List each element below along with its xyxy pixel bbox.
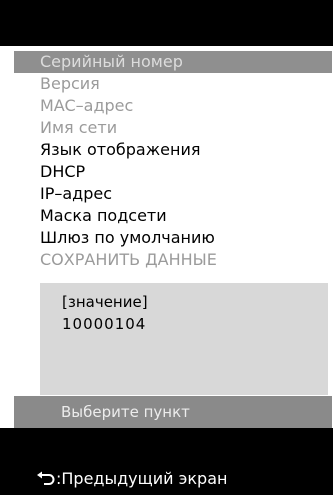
menu-item-mac-address[interactable]: MAC–адрес xyxy=(14,95,332,117)
menu-item-ip-address[interactable]: IP–адрес xyxy=(14,183,332,205)
return-arrow-icon xyxy=(36,471,56,487)
menu-item-default-gateway[interactable]: Шлюз по умолчанию xyxy=(14,227,332,249)
menu-item-version[interactable]: Версия xyxy=(14,73,332,95)
menu-list: Серийный номер Версия MAC–адрес Имя сети… xyxy=(14,51,332,271)
previous-screen-label: :Предыдущий экран xyxy=(56,469,228,488)
value-display-box: [значение] 10000104 xyxy=(40,283,328,395)
hint-text: Выберите пункт xyxy=(61,403,190,421)
menu-item-display-language[interactable]: Язык отображения xyxy=(14,139,332,161)
menu-item-serial-number[interactable]: Серийный номер xyxy=(14,51,332,73)
value-label: [значение] xyxy=(62,293,148,311)
menu-item-dhcp[interactable]: DHCP xyxy=(14,161,332,183)
hint-bar: Выберите пункт xyxy=(14,396,332,428)
footer-bar: :Предыдущий экран xyxy=(0,428,333,495)
previous-screen-button[interactable]: :Предыдущий экран xyxy=(36,467,227,491)
menu-item-save-data[interactable]: СОХРАНИТЬ ДАННЫЕ xyxy=(14,249,332,271)
value-text: 10000104 xyxy=(62,315,147,333)
settings-screen: Серийный номер Версия MAC–адрес Имя сети… xyxy=(0,0,333,495)
menu-item-network-name[interactable]: Имя сети xyxy=(14,117,332,139)
menu-item-subnet-mask[interactable]: Маска подсети xyxy=(14,205,332,227)
header-bar xyxy=(0,0,333,46)
